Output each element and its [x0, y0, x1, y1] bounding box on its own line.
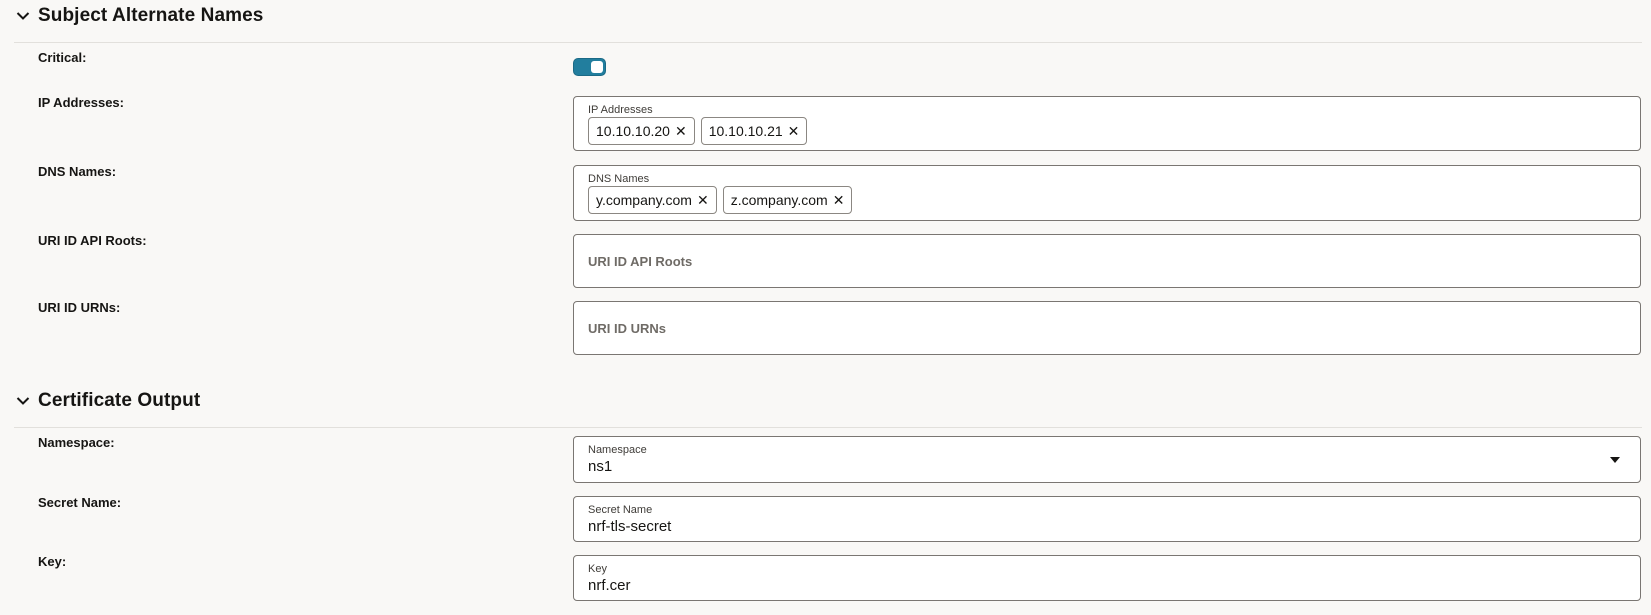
uri-urns-label: URI ID URNs:	[38, 300, 121, 315]
critical-toggle[interactable]	[573, 58, 606, 76]
output-section-header[interactable]: Certificate Output	[12, 386, 200, 416]
chevron-down-icon[interactable]	[12, 390, 34, 412]
ip-addresses-chips: 10.10.10.20 ✕ 10.10.10.21 ✕	[588, 117, 808, 145]
ip-chip: 10.10.10.20 ✕	[588, 117, 695, 145]
uri-urns-placeholder: URI ID URNs	[588, 321, 667, 336]
close-icon[interactable]: ✕	[833, 193, 845, 207]
key-input[interactable]: Key nrf.cer	[573, 555, 1641, 601]
san-section-header[interactable]: Subject Alternate Names	[12, 1, 263, 31]
uri-urns-input[interactable]: URI ID URNs	[573, 301, 1641, 355]
namespace-label: Namespace:	[38, 435, 115, 450]
ip-chip-text: 10.10.10.21	[708, 123, 783, 139]
san-section-divider	[14, 42, 1642, 43]
ip-chip: 10.10.10.21 ✕	[700, 117, 808, 145]
dns-chip: z.company.com ✕	[722, 186, 853, 214]
dns-chip-text: z.company.com	[730, 192, 828, 208]
critical-label: Critical:	[38, 50, 87, 65]
uri-api-roots-input[interactable]: URI ID API Roots	[573, 234, 1641, 288]
key-value: nrf.cer	[588, 577, 631, 594]
close-icon[interactable]: ✕	[788, 124, 800, 138]
secret-name-label: Secret Name:	[38, 495, 122, 510]
close-icon[interactable]: ✕	[697, 193, 709, 207]
dns-chip: y.company.com ✕	[588, 186, 717, 214]
output-section-title: Certificate Output	[38, 390, 201, 411]
secret-name-field-label: Secret Name	[588, 504, 653, 516]
key-label: Key:	[38, 554, 67, 569]
dns-names-field-label: DNS Names	[588, 173, 650, 185]
dns-names-chips: y.company.com ✕ z.company.com ✕	[588, 186, 853, 214]
output-section-divider	[14, 427, 1642, 428]
dns-names-input[interactable]: DNS Names y.company.com ✕ z.company.com …	[573, 165, 1641, 221]
caret-down-icon[interactable]	[1610, 457, 1620, 463]
key-field-label: Key	[588, 563, 607, 575]
namespace-select[interactable]: Namespace ns1	[573, 436, 1641, 483]
toggle-knob	[591, 61, 603, 73]
dns-names-label: DNS Names:	[38, 164, 117, 179]
namespace-field-label: Namespace	[588, 444, 647, 456]
secret-name-value: nrf-tls-secret	[588, 518, 672, 535]
ip-addresses-input[interactable]: IP Addresses 10.10.10.20 ✕ 10.10.10.21 ✕	[573, 96, 1641, 151]
dns-chip-text: y.company.com	[596, 192, 692, 208]
secret-name-input[interactable]: Secret Name nrf-tls-secret	[573, 496, 1641, 542]
close-icon[interactable]: ✕	[675, 124, 687, 138]
san-section-title: Subject Alternate Names	[38, 5, 264, 26]
namespace-value: ns1	[588, 458, 613, 475]
ip-chip-text: 10.10.10.20	[596, 123, 670, 139]
chevron-down-icon[interactable]	[12, 5, 34, 27]
uri-api-roots-label: URI ID API Roots:	[38, 233, 147, 248]
ip-addresses-field-label: IP Addresses	[588, 104, 653, 116]
ip-addresses-label: IP Addresses:	[38, 95, 124, 110]
uri-api-roots-placeholder: URI ID API Roots	[588, 254, 693, 269]
